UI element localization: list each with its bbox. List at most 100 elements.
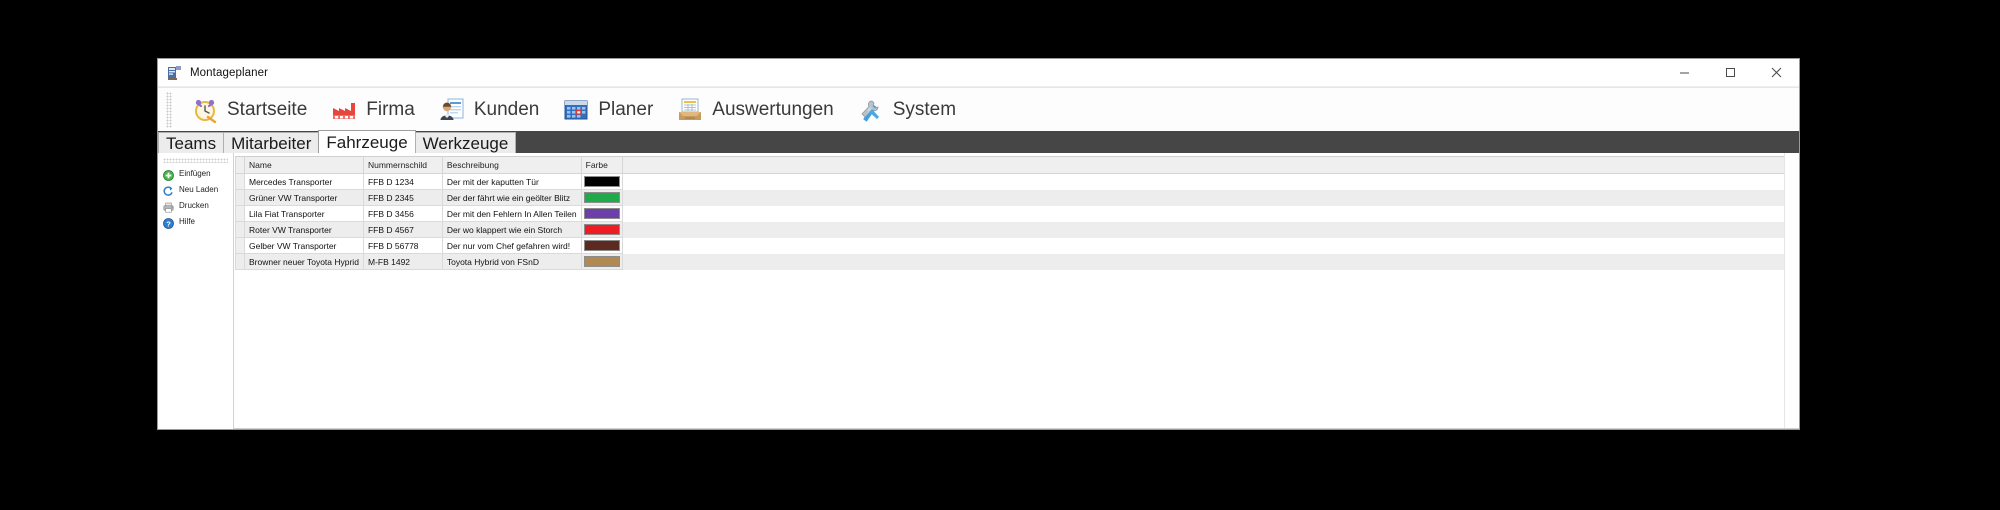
cell-filler xyxy=(622,253,1799,270)
sidebar-item-neu-laden[interactable]: Neu Laden xyxy=(158,182,233,197)
cell-filler xyxy=(623,174,1799,190)
tab-label: Fahrzeuge xyxy=(326,133,408,152)
table-row[interactable]: Roter VW Transporter FFB D 4567 Der wo kla… xyxy=(235,221,1799,238)
sidebar-item-drucken[interactable]: Drucken xyxy=(158,198,233,213)
maximize-button[interactable] xyxy=(1707,59,1753,86)
cell-filler xyxy=(622,189,1799,206)
sidebar-item-hilfe[interactable]: ? Hilfe xyxy=(158,214,233,229)
tab-werkzeuge[interactable]: Werkzeuge xyxy=(414,132,517,153)
row-selector-cell[interactable] xyxy=(235,237,245,254)
refresh-icon xyxy=(163,184,174,196)
vehicles-table: Name Nummernschild Beschreibung Farbe Me… xyxy=(235,156,1799,270)
menu-item-label: Startseite xyxy=(227,98,308,120)
toolbar-grip[interactable] xyxy=(166,91,172,128)
application-window: Montageplaner Startseite Firma Kunden Pl… xyxy=(157,58,1800,430)
cell-beschreibung: Der der fährt wie ein geölter Blitz xyxy=(441,189,582,206)
menu-item-label: System xyxy=(892,98,957,120)
menu-item-auswertungen[interactable]: Auswertungen xyxy=(665,90,845,130)
table-row[interactable]: Mercedes Transporter FFB D 1234 Der mit de… xyxy=(235,173,1799,190)
table-row[interactable]: Browner neuer Toyota Hyprid M-FB 1492 Toyo… xyxy=(235,253,1799,270)
title-bar: Montageplaner xyxy=(158,59,1799,87)
cell-nummernschild: FFB D 1234 xyxy=(362,173,443,190)
vertical-scrollbar[interactable] xyxy=(1784,153,1799,429)
cell-name: Lila Fiat Transporter xyxy=(244,205,364,222)
row-selector-cell[interactable] xyxy=(235,253,245,270)
column-header-nummernschild[interactable]: Nummernschild xyxy=(362,156,443,174)
svg-text:?: ? xyxy=(166,219,171,228)
sidebar-item-label: Neu Laden xyxy=(179,185,219,194)
color-swatch xyxy=(583,208,621,219)
cell-filler xyxy=(622,221,1799,238)
menu-item-startseite[interactable]: Startseite xyxy=(180,90,319,130)
action-sidebar: Einfügen Neu Laden Drucken ? Hilfe xyxy=(158,153,234,429)
menu-item-label: Kunden xyxy=(473,98,540,120)
main-menu-bar: Startseite Firma Kunden Planer Auswertun… xyxy=(158,87,1799,131)
table-row[interactable]: Gelber VW Transporter FFB D 56778 Der nur … xyxy=(235,237,1799,254)
tab-label: Werkzeuge xyxy=(422,134,509,153)
row-selector-cell[interactable] xyxy=(235,205,245,222)
horizontal-divider xyxy=(234,428,1799,429)
customer-card-icon xyxy=(439,97,465,123)
color-swatch xyxy=(583,256,621,267)
help-circle-icon: ? xyxy=(163,216,174,229)
column-header-farbe[interactable]: Farbe xyxy=(580,156,624,174)
clock-icon xyxy=(192,97,218,123)
cell-beschreibung: Der mit den Fehlern In Allen Teilen xyxy=(441,205,582,222)
cell-beschreibung: Toyota Hybrid von FSnD xyxy=(441,253,582,270)
cell-filler xyxy=(623,206,1799,222)
menu-item-planer[interactable]: Planer xyxy=(551,90,665,130)
tab-label: Teams xyxy=(166,134,217,153)
color-swatch xyxy=(583,224,621,235)
cell-farbe xyxy=(580,221,624,238)
inbox-tray-icon xyxy=(677,97,703,123)
menu-item-kunden[interactable]: Kunden xyxy=(427,90,552,130)
row-selector-header xyxy=(235,156,245,174)
menu-item-system[interactable]: System xyxy=(846,90,968,130)
row-selector-cell[interactable] xyxy=(235,189,245,206)
cell-name: Roter VW Transporter xyxy=(244,221,364,238)
app-icon xyxy=(167,65,183,81)
cell-farbe xyxy=(580,173,624,190)
cell-name: Grüner VW Transporter xyxy=(244,189,364,206)
column-header-filler xyxy=(622,156,1799,174)
minimize-button[interactable] xyxy=(1661,59,1707,86)
table-row[interactable]: Grüner VW Transporter FFB D 2345 Der der f… xyxy=(235,189,1799,206)
cell-beschreibung: Der wo klappert wie ein Storch xyxy=(441,221,582,238)
cell-farbe xyxy=(580,205,624,222)
cell-nummernschild: FFB D 4567 xyxy=(362,221,443,238)
cell-beschreibung: Der mit der kaputten Tür xyxy=(441,173,582,190)
table-body: Mercedes Transporter FFB D 1234 Der mit de… xyxy=(235,173,1799,270)
cell-farbe xyxy=(580,189,624,206)
sidebar-grip xyxy=(163,158,228,163)
row-selector-cell[interactable] xyxy=(235,173,245,190)
sidebar-item-label: Hilfe xyxy=(179,217,196,226)
cell-name: Mercedes Transporter xyxy=(244,173,364,190)
color-swatch xyxy=(583,240,621,251)
column-header-name[interactable]: Name xyxy=(244,156,364,174)
cell-beschreibung: Der nur vom Chef gefahren wird! xyxy=(441,237,582,254)
table-row[interactable]: Lila Fiat Transporter FFB D 3456 Der mit d… xyxy=(235,205,1799,222)
tab-teams[interactable]: Teams xyxy=(158,132,225,153)
cell-farbe xyxy=(580,237,624,254)
tab-strip: Teams Mitarbeiter Fahrzeuge Werkzeuge xyxy=(158,130,517,153)
tab-fahrzeuge[interactable]: Fahrzeuge xyxy=(318,130,416,153)
factory-icon xyxy=(331,97,357,123)
printer-icon xyxy=(163,200,174,213)
row-selector-cell[interactable] xyxy=(235,221,245,238)
tools-icon xyxy=(858,97,884,123)
grid-container: Name Nummernschild Beschreibung Farbe Me… xyxy=(234,153,1799,429)
cell-nummernschild: FFB D 2345 xyxy=(362,189,443,206)
column-header-beschreibung[interactable]: Beschreibung xyxy=(441,156,582,174)
cell-nummernschild: FFB D 56778 xyxy=(362,237,443,254)
color-swatch xyxy=(583,192,621,203)
tab-label: Mitarbeiter xyxy=(231,134,312,153)
cell-name: Browner neuer Toyota Hyprid xyxy=(244,253,364,270)
cell-filler xyxy=(623,238,1799,254)
content-area: Einfügen Neu Laden Drucken ? Hilfe Name … xyxy=(158,153,1799,429)
close-button[interactable] xyxy=(1753,59,1799,86)
tab-mitarbeiter[interactable]: Mitarbeiter xyxy=(223,132,320,153)
menu-item-firma[interactable]: Firma xyxy=(319,90,427,130)
sidebar-item-label: Einfügen xyxy=(179,169,211,178)
window-controls xyxy=(1661,59,1799,86)
sidebar-item-einfuegen[interactable]: Einfügen xyxy=(158,166,233,181)
